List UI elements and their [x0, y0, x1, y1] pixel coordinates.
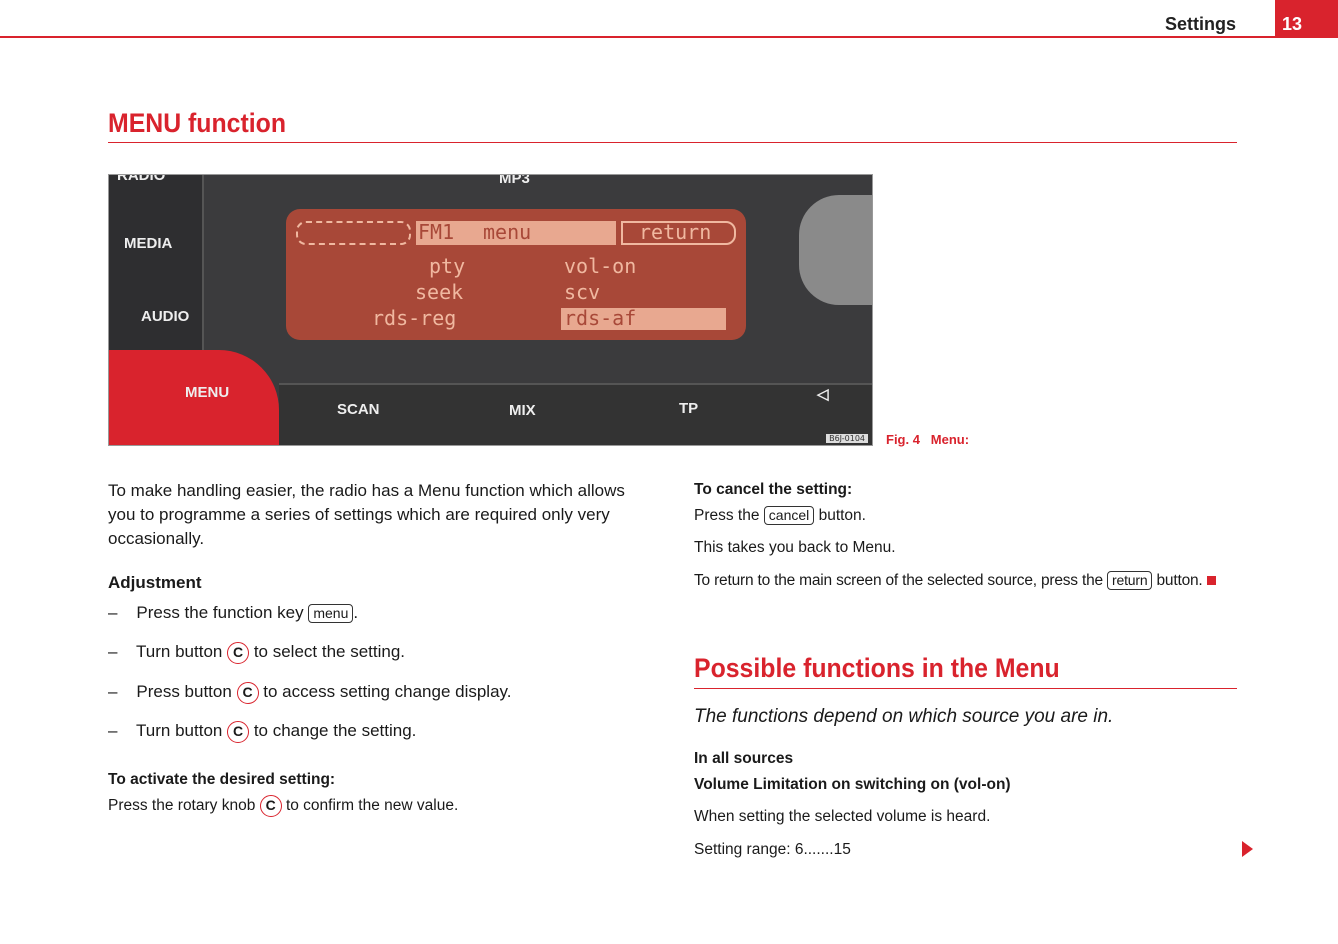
adjustment-heading: Adjustment	[108, 573, 202, 592]
section-title-2: Possible functions in the Menu	[694, 653, 1060, 683]
step-2: – Turn button C to select the setting.	[108, 640, 405, 664]
step-1: – Press the function key menu.	[108, 603, 359, 623]
setting-range: Setting range: 6.......15	[694, 841, 851, 858]
lcd-item: seek	[415, 280, 464, 304]
audio-button[interactable]: AUDIO	[141, 308, 189, 325]
page-number: 13	[1275, 0, 1338, 38]
cancel-key: cancel	[763, 506, 815, 525]
title-rule	[108, 142, 1237, 143]
knob-c-icon: C	[227, 720, 250, 743]
scan-button[interactable]: SCAN	[337, 401, 380, 418]
activate-text: Press the rotary knob C to confirm the n…	[108, 795, 458, 817]
next-page-arrow-icon[interactable]	[1242, 841, 1253, 857]
figure-code: B6J-0104	[826, 434, 868, 443]
step-4: – Turn button C to change the setting.	[108, 719, 416, 743]
all-sources-heading: In all sources	[694, 750, 794, 767]
cancel-text: Press the cancel button.	[694, 506, 866, 525]
lcd-item: vol-on	[564, 254, 637, 278]
lcd-empty-box	[296, 221, 411, 245]
lcd-item: pty	[429, 254, 466, 278]
vol-text: When setting the selected volume is hear…	[694, 808, 991, 825]
lcd-item: rds-reg	[372, 306, 457, 330]
title-rule-2	[694, 688, 1237, 689]
mp3-button-label: MP3	[499, 174, 530, 187]
section-title: MENU function	[108, 108, 287, 138]
lcd-title: menu	[483, 220, 532, 244]
radio-figure: RADIO MP3 MEDIA AUDIO MENU SCAN MIX TP ◁…	[108, 174, 873, 446]
knob-c-icon: C	[259, 795, 282, 817]
tp-button[interactable]: TP	[679, 400, 698, 417]
return-text: To return to the main screen of the sele…	[694, 570, 1216, 592]
radio-button-label: RADIO	[117, 174, 166, 184]
end-marker-icon	[1206, 576, 1216, 585]
cancel-heading: To cancel the setting:	[694, 481, 853, 498]
back-text: This takes you back to Menu.	[694, 539, 896, 556]
return-key: return	[1107, 571, 1153, 590]
running-header: Settings	[1164, 14, 1236, 34]
lcd-item: scv	[564, 280, 601, 304]
rotary-knob[interactable]	[799, 195, 872, 305]
menu-key: menu	[308, 604, 354, 623]
knob-c-icon: C	[227, 641, 250, 664]
lcd-return: return	[639, 220, 712, 244]
mix-button[interactable]: MIX	[509, 402, 536, 419]
figure-caption: Fig. 4 Menu:	[886, 432, 970, 447]
vol-heading: Volume Limitation on switching on (vol-o…	[694, 776, 1011, 793]
header-rule	[0, 36, 1338, 38]
media-button[interactable]: MEDIA	[124, 235, 172, 252]
menu-button[interactable]: MENU	[185, 384, 229, 401]
italic-note: The functions depend on which source you…	[694, 706, 1114, 727]
activate-heading: To activate the desired setting:	[108, 771, 336, 788]
knob-c-icon: C	[236, 681, 259, 704]
step-3: – Press button C to access setting chang…	[108, 680, 512, 704]
lcd-display: FM1 menu return pty seek rds-reg vol-on …	[286, 209, 746, 340]
back-arrow-icon[interactable]: ◁	[817, 385, 829, 403]
lcd-item-selected: rds-af	[564, 306, 637, 330]
lcd-source: FM1	[418, 220, 455, 244]
intro-paragraph: To make handling easier, the radio has a…	[108, 481, 625, 548]
